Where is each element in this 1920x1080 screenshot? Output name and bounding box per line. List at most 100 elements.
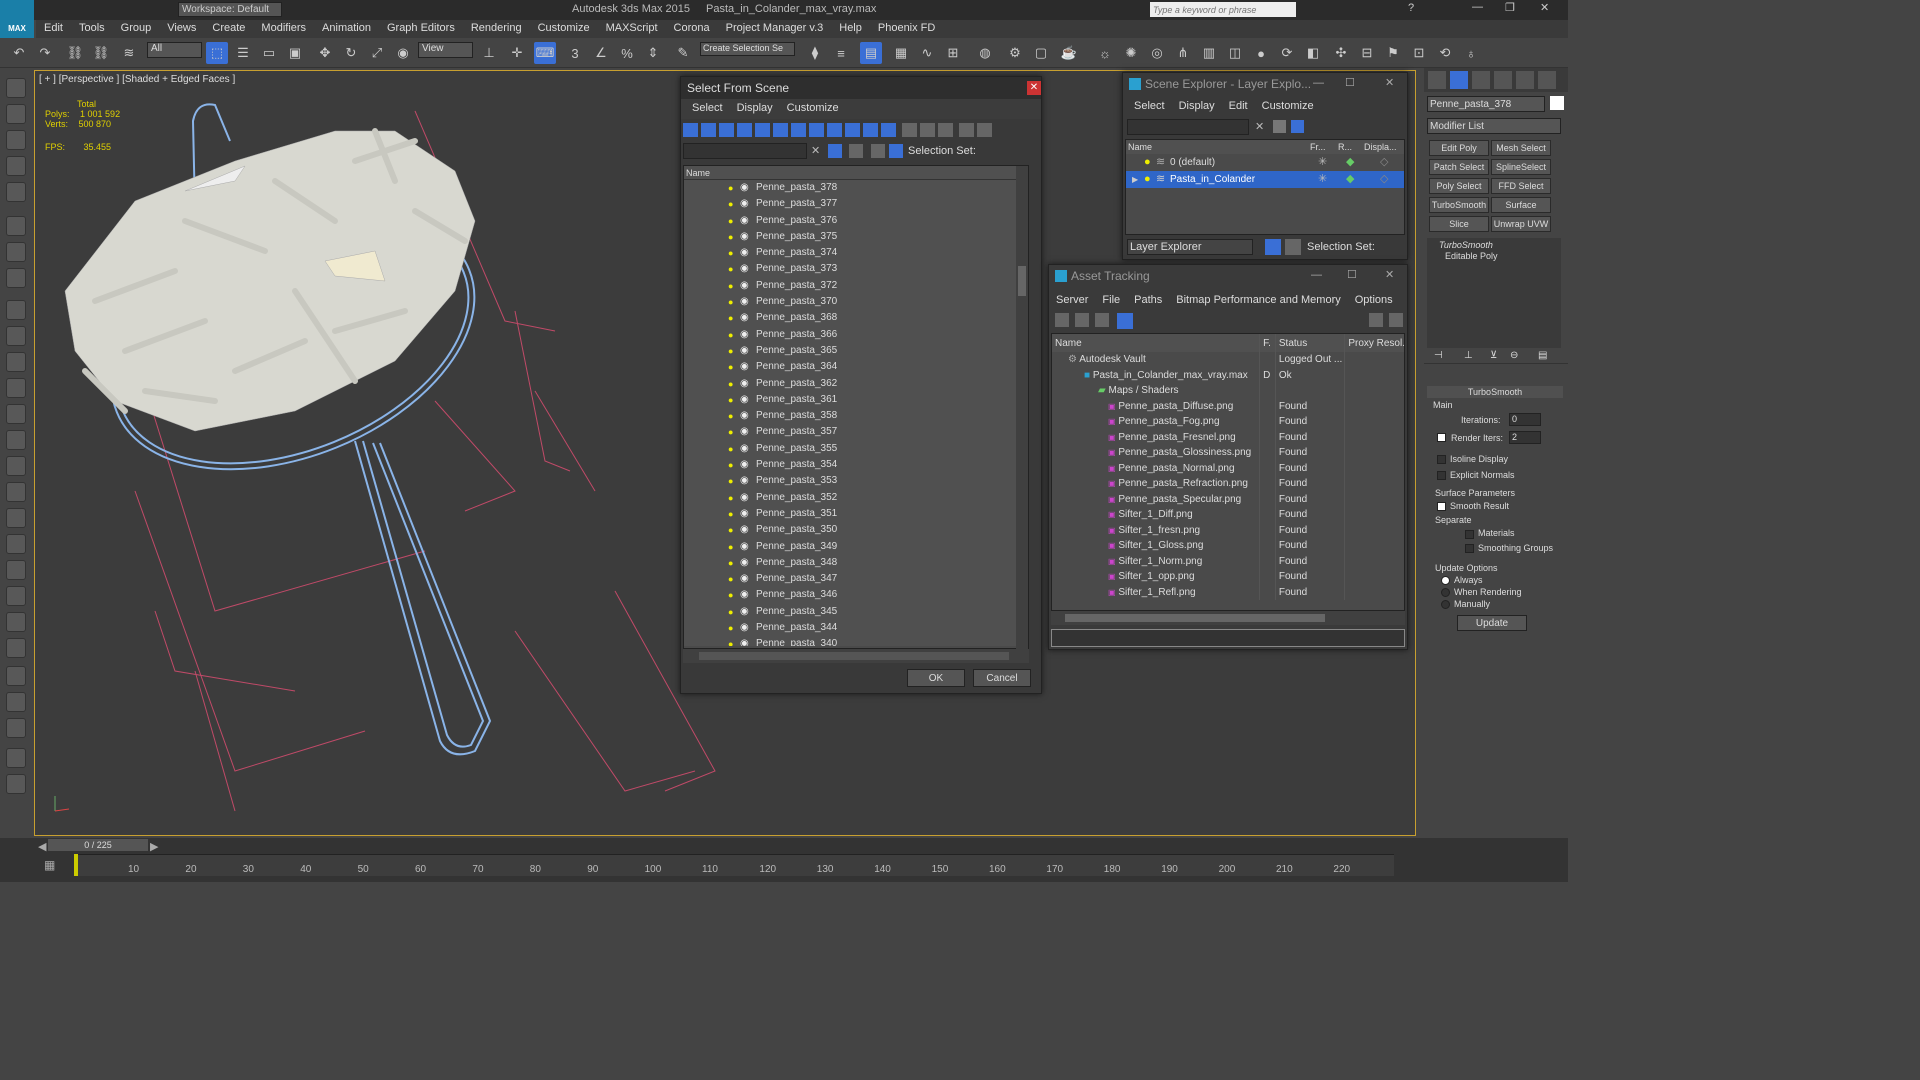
lightbulb-icon[interactable]: ● [1144, 154, 1151, 171]
mirror-icon[interactable]: ⧫ [804, 42, 826, 64]
lightbulb-icon[interactable]: ● [728, 490, 733, 506]
se-col-name[interactable]: Name [1128, 140, 1152, 154]
lightbulb-icon[interactable]: ● [728, 229, 733, 245]
percent-snap-icon[interactable]: % [616, 42, 638, 64]
sfs-menu-select[interactable]: Select [685, 99, 730, 117]
layer-row[interactable]: ● ≋ 0 (default) ✳ ◆ ◇ [1126, 154, 1404, 171]
maximize-icon[interactable]: ❐ [1505, 1, 1515, 14]
select-none-icon[interactable] [920, 123, 935, 137]
redo-icon[interactable]: ↷ [34, 42, 56, 64]
scene-object-row[interactable]: ● ◉ Penne_pasta_375 [684, 229, 1028, 245]
sfs-menu-display[interactable]: Display [730, 99, 780, 117]
scene-object-row[interactable]: ● ◉ Penne_pasta_344 [684, 620, 1028, 636]
scene-object-row[interactable]: ● ◉ Penne_pasta_349 [684, 539, 1028, 555]
menu-customize[interactable]: Customize [530, 20, 598, 36]
se-menu-display[interactable]: Display [1172, 97, 1222, 115]
materials-checkbox[interactable] [1465, 529, 1474, 539]
at-close-icon[interactable]: ✕ [1385, 268, 1394, 281]
at-col-proxy[interactable]: Proxy Resol. [1344, 334, 1404, 352]
scene-object-row[interactable]: ● ◉ Penne_pasta_368 [684, 310, 1028, 326]
iterations-input[interactable]: 0 [1509, 413, 1541, 426]
freeze-icon[interactable]: ✳ [1318, 171, 1327, 188]
lightbulb-icon[interactable]: ● [728, 327, 733, 343]
cylinder-icon[interactable] [6, 326, 26, 346]
lightbulb-icon[interactable]: ● [728, 424, 733, 440]
grid-icon[interactable] [6, 156, 26, 176]
scene-object-row[interactable]: ● ◉ Penne_pasta_351 [684, 506, 1028, 522]
scene-object-row[interactable]: ● ◉ Penne_pasta_345 [684, 604, 1028, 620]
lightbulb-icon[interactable]: ● [728, 213, 733, 229]
scene-object-row[interactable]: ● ◉ Penne_pasta_347 [684, 571, 1028, 587]
render-iters-checkbox[interactable] [1437, 433, 1446, 442]
tool-c-icon[interactable] [6, 268, 26, 288]
se-col-frozen[interactable]: Fr... [1310, 140, 1326, 154]
lightbulb-icon[interactable]: ● [728, 408, 733, 424]
at-menu-file[interactable]: File [1095, 291, 1127, 309]
motion-tab-icon[interactable] [1494, 71, 1512, 89]
scene-object-row[interactable]: ● ◉ Penne_pasta_378 [684, 180, 1028, 196]
lightbulb-icon[interactable]: ● [728, 196, 733, 212]
schematic-icon[interactable]: ⊞ [942, 42, 964, 64]
render-icon[interactable]: ☕ [1058, 42, 1080, 64]
cone-icon[interactable] [6, 404, 26, 424]
bind-icon[interactable]: ≋ [118, 42, 140, 64]
align-icon[interactable]: ≡ [830, 42, 852, 64]
scene-object-row[interactable]: ● ◉ Penne_pasta_353 [684, 473, 1028, 489]
scale-icon[interactable]: ⤢ [366, 42, 388, 64]
sphere-icon[interactable] [6, 352, 26, 372]
table-view-icon[interactable] [1117, 313, 1133, 329]
angle-snap-icon[interactable]: ∠ [590, 42, 612, 64]
mesh-select-button[interactable]: Mesh Select [1491, 140, 1551, 156]
ok-button[interactable]: OK [907, 669, 965, 687]
sfs-search-input[interactable] [683, 143, 807, 159]
lightbulb-icon[interactable]: ● [728, 278, 733, 294]
vray-override-icon[interactable]: ⚑ [1382, 42, 1404, 64]
filter-frozen-icon[interactable] [863, 123, 878, 137]
at-settings-icon[interactable] [1389, 313, 1403, 327]
expand-icon[interactable]: ▶ [1132, 171, 1138, 188]
vray-fb-icon[interactable]: ⟳ [1276, 42, 1298, 64]
asset-row[interactable]: ⚙ Autodesk Vault Logged Out ... [1052, 352, 1404, 368]
snap-icon[interactable]: 3 [564, 42, 586, 64]
filter-containers-icon[interactable] [845, 123, 860, 137]
rect-region-icon[interactable]: ▭ [258, 42, 280, 64]
particle-icon[interactable] [6, 508, 26, 528]
filter-xrefs-icon[interactable] [809, 123, 824, 137]
collapse-icon[interactable] [977, 123, 992, 137]
se-col-display[interactable]: Displa... [1364, 140, 1397, 154]
select-all-icon[interactable] [902, 123, 917, 137]
modify-tab-icon[interactable] [1450, 71, 1468, 89]
menu-graph-editors[interactable]: Graph Editors [379, 20, 463, 36]
layers-icon[interactable] [871, 144, 885, 158]
cancel-button[interactable]: Cancel [973, 669, 1031, 687]
se-options-icon[interactable] [1291, 120, 1304, 133]
ffd-select-button[interactable]: FFD Select [1491, 178, 1551, 194]
menu-rendering[interactable]: Rendering [463, 20, 530, 36]
render-frame-icon[interactable]: ▢ [1030, 42, 1052, 64]
unlink-icon[interactable]: ⛓ [90, 42, 112, 64]
torus-icon[interactable] [6, 456, 26, 476]
camera-icon[interactable] [6, 534, 26, 554]
explorer-type-select[interactable]: Layer Explorer [1127, 239, 1253, 255]
scene-object-row[interactable]: ● ◉ Penne_pasta_361 [684, 392, 1028, 408]
se-menu-select[interactable]: Select [1127, 97, 1172, 115]
se-search-input[interactable] [1127, 119, 1249, 135]
scene-object-row[interactable]: ● ◉ Penne_pasta_354 [684, 457, 1028, 473]
asset-row[interactable]: ■ Pasta_in_Colander_max_vray.max D Ok [1052, 367, 1404, 383]
display-tab-icon[interactable] [1516, 71, 1534, 89]
tool-a-icon[interactable] [6, 216, 26, 236]
material-editor-icon[interactable]: ◍ [974, 42, 996, 64]
scene-object-row[interactable]: ● ◉ Penne_pasta_348 [684, 555, 1028, 571]
vray-fur-icon[interactable]: ⋔ [1172, 42, 1194, 64]
find-options-icon[interactable] [849, 144, 863, 158]
asset-row[interactable]: ▣ Penne_pasta_Normal.png Found [1052, 460, 1404, 476]
asset-row[interactable]: ▣ Sifter_1_opp.png Found [1052, 569, 1404, 585]
at-menu-paths[interactable]: Paths [1127, 291, 1169, 309]
scene-object-row[interactable]: ● ◉ Penne_pasta_340 [684, 636, 1028, 646]
at-col-name[interactable]: Name [1052, 334, 1261, 352]
list-view-icon[interactable] [1075, 313, 1089, 327]
at-col-flag[interactable]: F. [1259, 334, 1276, 352]
vray-sphere-icon[interactable]: ● [1250, 42, 1272, 64]
helper-icon[interactable] [6, 560, 26, 580]
lightbulb-icon[interactable]: ● [728, 620, 733, 636]
